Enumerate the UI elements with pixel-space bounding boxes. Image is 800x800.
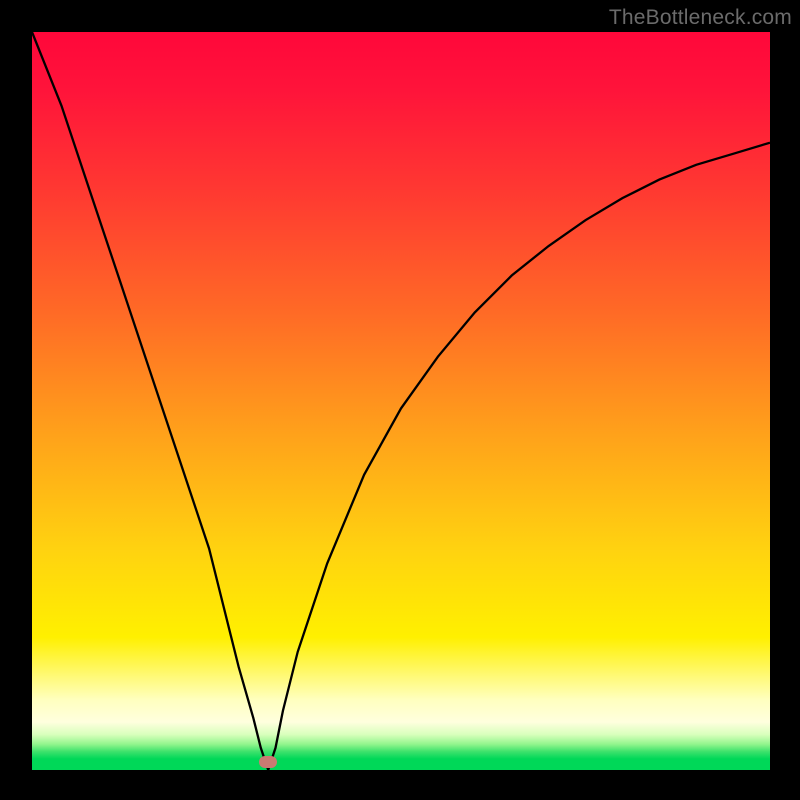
bottleneck-curve bbox=[32, 32, 770, 770]
curve-layer bbox=[32, 32, 770, 770]
watermark-label: TheBottleneck.com bbox=[609, 6, 792, 30]
plot-area bbox=[32, 32, 770, 770]
chart-frame: TheBottleneck.com bbox=[0, 0, 800, 800]
notch-marker bbox=[259, 756, 277, 768]
